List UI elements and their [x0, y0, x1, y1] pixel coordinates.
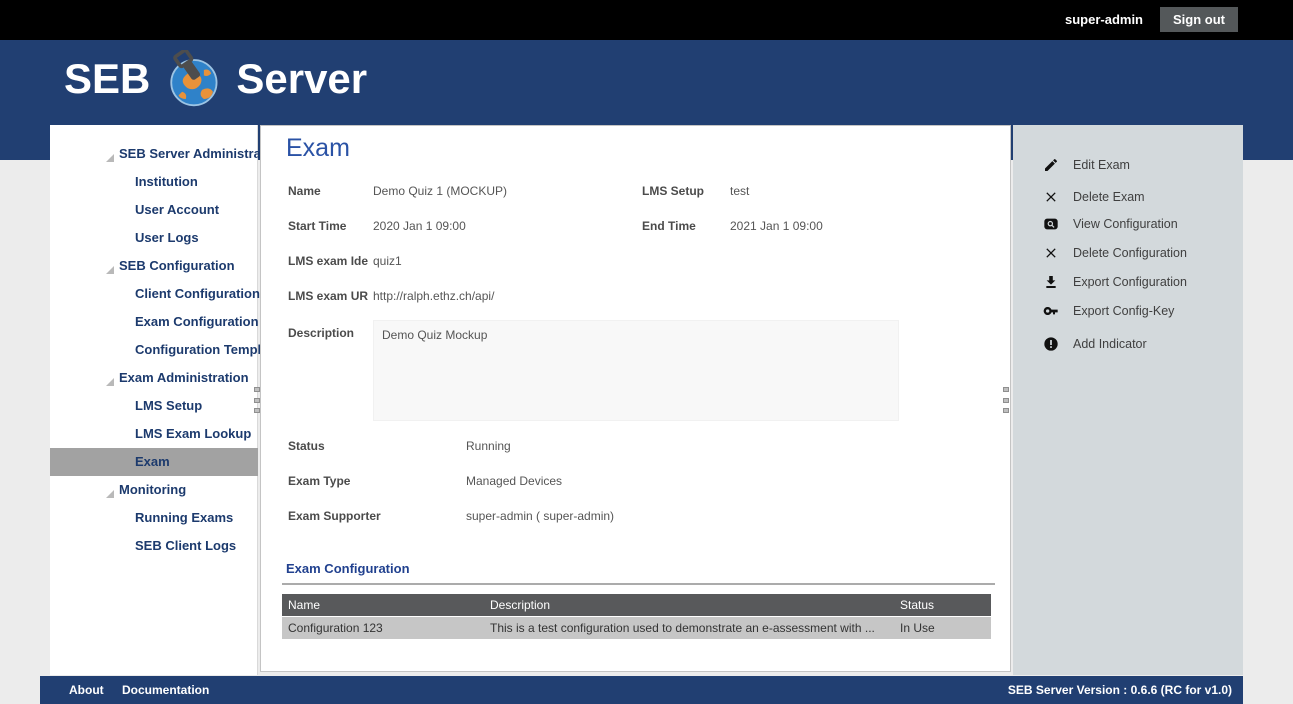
table-header-description[interactable]: Description [490, 594, 550, 616]
sidebar-item-institution[interactable]: Institution [50, 168, 258, 196]
exam-type-value: Managed Devices [466, 474, 562, 488]
tree-expander-icon[interactable] [106, 378, 114, 386]
table-divider [282, 583, 995, 585]
delete-exam-action[interactable]: Delete Exam [1013, 188, 1243, 208]
seb-server-logo: SEB Server [64, 50, 367, 108]
table-row[interactable]: Configuration 123 This is a test configu… [282, 617, 991, 639]
sidebar-item-exam-configuration[interactable]: Exam Configuration [50, 308, 258, 336]
x-icon [1043, 245, 1059, 261]
exam-detail-panel: Exam Name Demo Quiz 1 (MOCKUP) LMS Setup… [260, 125, 1011, 672]
tree-expander-icon[interactable] [106, 154, 114, 162]
table-header-status[interactable]: Status [900, 594, 934, 616]
status-value: Running [466, 439, 511, 453]
sidebar-item-seb-client-logs[interactable]: SEB Client Logs [50, 532, 258, 560]
exam-supporter-label: Exam Supporter [288, 509, 381, 523]
logo-text-server: Server [236, 55, 367, 103]
end-time-label: End Time [642, 219, 696, 233]
lms-exam-url-label: LMS exam UR [288, 289, 368, 303]
add-indicator-action[interactable]: Add Indicator [1013, 335, 1243, 355]
config-description-cell: This is a test configuration used to dem… [490, 617, 875, 639]
export-configuration-action[interactable]: Export Configuration [1013, 273, 1243, 293]
lms-exam-id-value: quiz1 [373, 254, 402, 268]
sign-out-button[interactable]: Sign out [1160, 7, 1238, 32]
footer-bar: About Documentation SEB Server Version :… [40, 676, 1243, 704]
sidebar-item-seb-configuration[interactable]: SEB Configuration [50, 252, 258, 280]
name-label: Name [288, 184, 321, 198]
sidebar-item-monitoring[interactable]: Monitoring [50, 476, 258, 504]
lms-exam-url-value: http://ralph.ethz.ch/api/ [373, 289, 494, 303]
config-status-cell: In Use [900, 617, 935, 639]
sidebar-item-lms-setup[interactable]: LMS Setup [50, 392, 258, 420]
navigation-sidebar: SEB Server Administration Institution Us… [50, 125, 258, 675]
sidebar-item-exam-selected[interactable]: Exam [50, 448, 258, 476]
download-icon [1043, 274, 1059, 290]
exam-type-label: Exam Type [288, 474, 350, 488]
tree-expander-icon[interactable] [106, 490, 114, 498]
sidebar-item-configuration-template[interactable]: Configuration Template [50, 336, 258, 364]
status-label: Status [288, 439, 325, 453]
config-name-cell: Configuration 123 [288, 617, 383, 639]
server-version-text: SEB Server Version : 0.6.6 (RC for v1.0) [1008, 683, 1232, 697]
view-configuration-action[interactable]: View Configuration [1013, 215, 1243, 235]
exam-configuration-section-title: Exam Configuration [286, 561, 410, 576]
table-header-row: Name Description Status [282, 594, 991, 616]
top-bar: super-admin Sign out [0, 0, 1293, 40]
exam-supporter-value: super-admin ( super-admin) [466, 509, 614, 523]
exclamation-icon [1043, 336, 1059, 352]
lms-exam-id-label: LMS exam Ide [288, 254, 368, 268]
tree-expander-icon[interactable] [106, 266, 114, 274]
view-configuration-icon [1043, 216, 1059, 232]
end-time-value: 2021 Jan 1 09:00 [730, 219, 823, 233]
sidebar-splitter-handle[interactable] [254, 387, 262, 413]
sidebar-item-user-account[interactable]: User Account [50, 196, 258, 224]
sidebar-item-running-exams[interactable]: Running Exams [50, 504, 258, 532]
lms-setup-label: LMS Setup [642, 184, 704, 198]
logo-text-seb: SEB [64, 55, 150, 103]
lms-setup-value: test [730, 184, 749, 198]
sidebar-item-exam-administration[interactable]: Exam Administration [50, 364, 258, 392]
sidebar-item-user-logs[interactable]: User Logs [50, 224, 258, 252]
start-time-value: 2020 Jan 1 09:00 [373, 219, 466, 233]
pencil-icon [1043, 157, 1059, 173]
globe-lock-icon [164, 50, 222, 108]
sidebar-item-client-configuration[interactable]: Client Configuration [50, 280, 258, 308]
description-label: Description [288, 326, 354, 340]
description-textarea: Demo Quiz Mockup [373, 320, 899, 421]
x-icon [1043, 189, 1059, 205]
export-config-key-action[interactable]: Export Config-Key [1013, 302, 1243, 322]
action-panel: Edit Exam Delete Exam View Configuration… [1013, 125, 1243, 675]
logged-in-username: super-admin [1065, 12, 1143, 27]
delete-configuration-action[interactable]: Delete Configuration [1013, 244, 1243, 264]
start-time-label: Start Time [288, 219, 346, 233]
page-title: Exam [286, 134, 350, 163]
about-link[interactable]: About [69, 683, 104, 697]
edit-exam-action[interactable]: Edit Exam [1013, 156, 1243, 176]
table-header-name[interactable]: Name [288, 594, 320, 616]
exam-configuration-table: Name Description Status Configuration 12… [282, 594, 991, 639]
action-panel-splitter-handle[interactable] [1003, 387, 1011, 413]
sidebar-item-lms-exam-lookup[interactable]: LMS Exam Lookup [50, 420, 258, 448]
sidebar-item-seb-server-administration[interactable]: SEB Server Administration [50, 140, 258, 168]
key-icon [1043, 303, 1059, 319]
name-value: Demo Quiz 1 (MOCKUP) [373, 184, 507, 198]
documentation-link[interactable]: Documentation [122, 683, 209, 697]
